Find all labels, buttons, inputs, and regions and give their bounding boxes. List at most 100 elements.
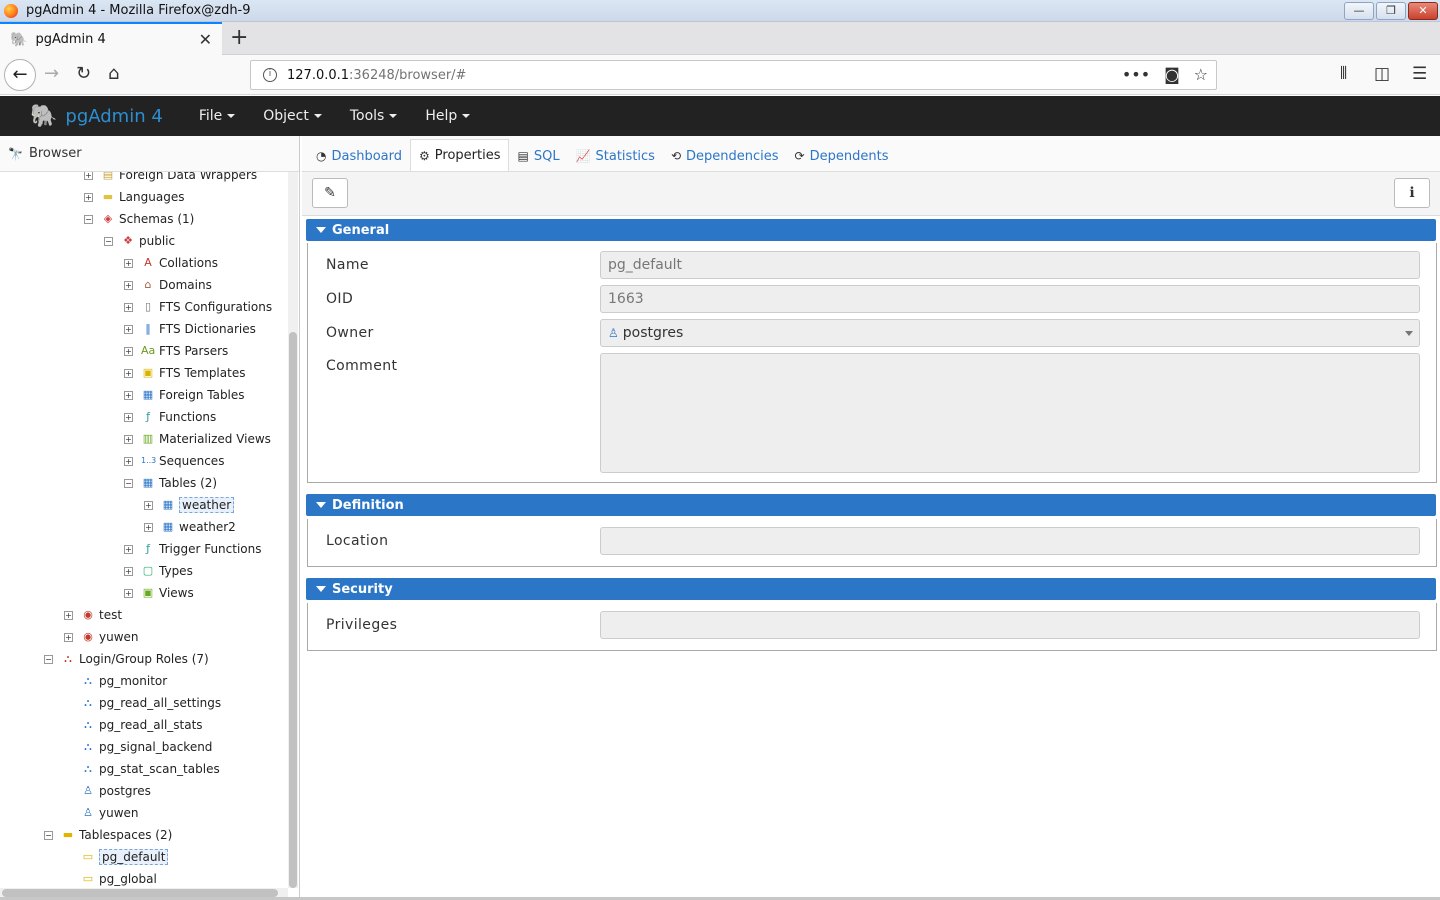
tree-node[interactable]: ⛬ pg_monitor bbox=[64, 670, 167, 692]
pocket-icon[interactable]: ◙ bbox=[1164, 65, 1180, 84]
tree-vertical-scrollbar[interactable] bbox=[288, 172, 298, 888]
menu-file[interactable]: File bbox=[185, 108, 249, 124]
collapse-icon[interactable]: − bbox=[104, 236, 113, 246]
tree-node[interactable]: + ▦ Foreign Tables bbox=[124, 384, 245, 406]
tree-node[interactable]: − ▬ Tablespaces (2) bbox=[44, 824, 172, 846]
general-section-header[interactable]: General bbox=[306, 219, 1436, 241]
expand-icon[interactable]: + bbox=[124, 324, 133, 334]
forward-icon[interactable]: → bbox=[44, 63, 59, 84]
tree-node[interactable]: + ◉ test bbox=[64, 604, 122, 626]
tree-node[interactable]: + ▦ weather bbox=[144, 494, 235, 516]
name-field[interactable]: pg_default bbox=[600, 251, 1420, 279]
library-icon[interactable]: ⫴ bbox=[1340, 64, 1347, 84]
tree-node[interactable]: + ▢ Types bbox=[124, 560, 193, 582]
tree-node[interactable]: + A Collations bbox=[124, 252, 218, 274]
url-bar[interactable]: i 127.0.0.1 :36248/browser/# ••• ◙ ☆ bbox=[250, 60, 1217, 90]
expand-icon[interactable]: + bbox=[124, 412, 133, 422]
tree-node[interactable]: − ◈ Schemas (1) bbox=[84, 208, 194, 230]
tree-node[interactable]: ⛬ pg_read_all_stats bbox=[64, 714, 202, 736]
tab-sql[interactable]: ▤ SQL bbox=[509, 141, 567, 171]
tree-node[interactable]: + ⌂ Domains bbox=[124, 274, 212, 296]
expand-icon[interactable]: + bbox=[124, 434, 133, 444]
expand-icon[interactable]: + bbox=[84, 192, 93, 202]
expand-icon[interactable]: + bbox=[124, 456, 133, 466]
tree-node[interactable]: + ▦ weather2 bbox=[144, 516, 236, 538]
expand-icon[interactable]: + bbox=[124, 280, 133, 290]
tree-node[interactable]: + Aa FTS Parsers bbox=[124, 340, 228, 362]
tree-node[interactable]: − ▦ Tables (2) bbox=[124, 472, 217, 494]
tree-node[interactable]: + ▣ FTS Templates bbox=[124, 362, 245, 384]
expand-icon[interactable]: + bbox=[124, 368, 133, 378]
collapse-icon[interactable]: − bbox=[44, 654, 53, 664]
tree-node[interactable]: + ◉ yuwen bbox=[64, 626, 139, 648]
bookmark-star-icon[interactable]: ☆ bbox=[1194, 65, 1208, 84]
expand-icon[interactable]: + bbox=[144, 500, 153, 510]
info-button[interactable]: ℹ bbox=[1394, 178, 1430, 208]
hamburger-menu-icon[interactable]: ☰ bbox=[1412, 64, 1427, 84]
expand-icon[interactable]: + bbox=[124, 258, 133, 268]
definition-section-header[interactable]: Definition bbox=[306, 494, 1436, 516]
tree-node[interactable]: ▭ pg_global bbox=[64, 868, 157, 888]
tree-horizontal-scroll-thumb[interactable] bbox=[2, 889, 278, 897]
collapse-icon[interactable]: − bbox=[44, 830, 53, 840]
browser-tab[interactable]: 🐘 pgAdmin 4 ✕ bbox=[0, 22, 222, 55]
menu-tools[interactable]: Tools bbox=[336, 108, 412, 124]
tree-node[interactable]: − ❖ public bbox=[104, 230, 175, 252]
expand-icon[interactable]: + bbox=[144, 522, 153, 532]
tree-node[interactable]: ♙ yuwen bbox=[64, 802, 138, 824]
tab-statistics[interactable]: 📈 Statistics bbox=[568, 141, 663, 171]
owner-select[interactable]: ♙ postgres bbox=[600, 319, 1420, 347]
location-field[interactable] bbox=[600, 527, 1420, 555]
browser-panel-header: 🔭 Browser bbox=[0, 136, 299, 172]
tree-node[interactable]: + ▤ Foreign Data Wrappers bbox=[84, 172, 257, 186]
minimize-button[interactable]: — bbox=[1344, 2, 1374, 20]
menu-help[interactable]: Help bbox=[411, 108, 484, 124]
tree-node[interactable]: + ▯ FTS Configurations bbox=[124, 296, 272, 318]
tree-node[interactable]: + ƒ Trigger Functions bbox=[124, 538, 262, 560]
expand-icon[interactable]: + bbox=[124, 544, 133, 554]
close-window-button[interactable]: ✕ bbox=[1408, 2, 1438, 20]
expand-icon[interactable]: + bbox=[124, 390, 133, 400]
tree-node[interactable]: + ▣ Views bbox=[124, 582, 194, 604]
tab-dashboard[interactable]: ◔ Dashboard bbox=[308, 141, 410, 171]
page-actions-icon[interactable]: ••• bbox=[1122, 65, 1150, 84]
new-tab-icon[interactable]: + bbox=[230, 25, 248, 50]
menu-object[interactable]: Object bbox=[249, 108, 336, 124]
back-icon[interactable]: ← bbox=[4, 59, 36, 91]
tree-node[interactable]: ⛬ pg_stat_scan_tables bbox=[64, 758, 220, 780]
tree-node[interactable]: ♙ postgres bbox=[64, 780, 151, 802]
comment-textarea[interactable] bbox=[600, 353, 1420, 473]
edit-button[interactable]: ✎ bbox=[312, 178, 348, 208]
reload-icon[interactable]: ↻ bbox=[76, 63, 91, 84]
collapse-icon[interactable]: − bbox=[84, 214, 93, 224]
collapse-icon[interactable]: − bbox=[124, 478, 133, 488]
expand-icon[interactable]: + bbox=[124, 302, 133, 312]
tree-node[interactable]: − ⛬ Login/Group Roles (7) bbox=[44, 648, 209, 670]
expand-icon[interactable]: + bbox=[124, 588, 133, 598]
tree-node[interactable]: ⛬ pg_read_all_settings bbox=[64, 692, 221, 714]
oid-field[interactable]: 1663 bbox=[600, 285, 1420, 313]
close-tab-icon[interactable]: ✕ bbox=[199, 30, 212, 49]
tree-node[interactable]: + ‖ FTS Dictionaries bbox=[124, 318, 256, 340]
security-section-header[interactable]: Security bbox=[306, 578, 1436, 600]
expand-icon[interactable]: + bbox=[124, 566, 133, 576]
restore-button[interactable]: ❐ bbox=[1376, 2, 1406, 20]
expand-icon[interactable]: + bbox=[64, 632, 73, 642]
tab-properties[interactable]: ⚙ Properties bbox=[410, 139, 510, 171]
expand-icon[interactable]: + bbox=[64, 610, 73, 620]
site-info-icon[interactable]: i bbox=[263, 68, 277, 82]
tree-vertical-scroll-thumb[interactable] bbox=[289, 332, 297, 888]
tree-node[interactable]: + ƒ Functions bbox=[124, 406, 216, 428]
tree-node[interactable]: ▭ pg_default bbox=[64, 846, 169, 868]
tab-dependents[interactable]: ⟳ Dependents bbox=[787, 141, 897, 171]
tree-node[interactable]: ⛬ pg_signal_backend bbox=[64, 736, 212, 758]
expand-icon[interactable]: + bbox=[84, 172, 93, 180]
tree-node[interactable]: +1..3 Sequences bbox=[124, 450, 224, 472]
tree-node[interactable]: + ▥ Materialized Views bbox=[124, 428, 271, 450]
sidebar-toggle-icon[interactable]: ◫ bbox=[1374, 64, 1390, 84]
tab-dependencies[interactable]: ⟲ Dependencies bbox=[663, 141, 787, 171]
privileges-field[interactable] bbox=[600, 611, 1420, 639]
expand-icon[interactable]: + bbox=[124, 346, 133, 356]
home-icon[interactable]: ⌂ bbox=[108, 63, 119, 84]
tree-node[interactable]: + ▬ Languages bbox=[84, 186, 184, 208]
